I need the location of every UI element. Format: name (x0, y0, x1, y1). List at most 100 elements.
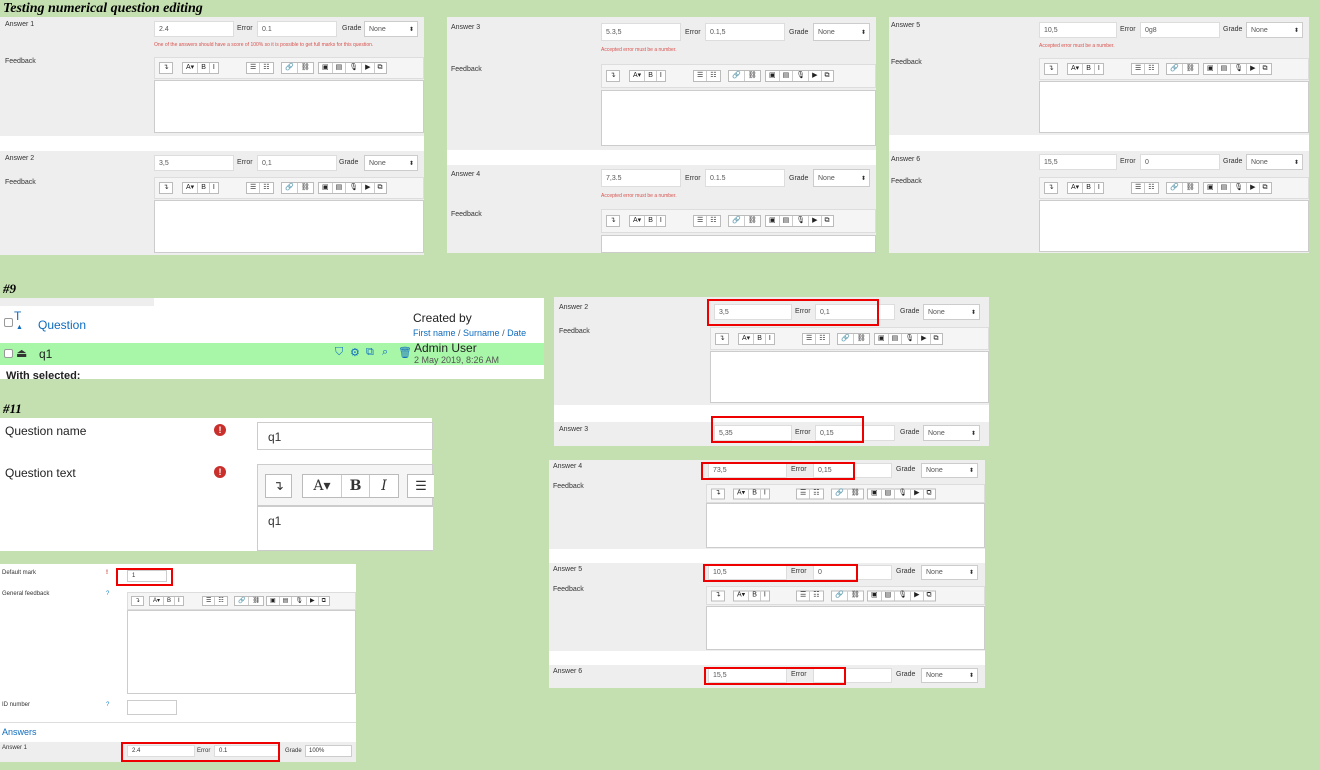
grade-select[interactable]: None ⬍ (923, 304, 980, 320)
sort-date[interactable]: Date (507, 328, 526, 338)
list-toolbar-group[interactable]: ☰ ☷ (1131, 63, 1159, 75)
italic-button[interactable]: I (369, 475, 398, 497)
answers-section-heading[interactable]: Answers (2, 727, 37, 737)
grade-select[interactable]: None ⬍ (1246, 154, 1303, 170)
gear-icon[interactable]: ⚙ (350, 346, 360, 359)
help-icon[interactable]: ? (106, 702, 109, 708)
insert-toolbar-group[interactable]: ↴ (159, 182, 173, 194)
format-toolbar-group[interactable]: A▾ B I (733, 590, 770, 601)
question-name-input[interactable]: q1 (257, 422, 433, 450)
list-toolbar-group[interactable]: ☰ ☷ (796, 590, 824, 601)
insert-toolbar-group[interactable]: ↴ (606, 70, 620, 82)
media-toolbar-group[interactable]: ▣ ▤ 🎙 ▶ ⧉ (867, 590, 936, 601)
question-column-header[interactable]: Question (38, 318, 86, 332)
bold-button[interactable]: B (341, 475, 369, 497)
answer-input[interactable]: 10,5 (1039, 22, 1117, 38)
media-toolbar-group[interactable]: ▣ ▤ 🎙 ▶ ⧉ (1203, 63, 1272, 75)
format-toolbar-group[interactable]: A▾ B I (738, 332, 775, 345)
grade-select[interactable]: None ⬍ (364, 155, 418, 171)
format-toolbar-group[interactable]: A▾ B I (733, 488, 770, 499)
grade-select[interactable]: 100% (305, 745, 352, 757)
grade-select[interactable]: None ⬍ (364, 21, 418, 37)
answer-input[interactable]: 7,3.5 (601, 169, 681, 187)
list-button[interactable]: ☰ (407, 474, 434, 498)
media-toolbar-group[interactable]: ▣ ▤ 🎙 ▶ ⧉ (867, 488, 936, 499)
grade-select[interactable]: None ⬍ (921, 463, 978, 478)
insert-toolbar-group[interactable]: ↴ (1044, 182, 1058, 194)
sort-first-name[interactable]: First name (413, 328, 456, 338)
delete-icon[interactable]: 🗑 (398, 346, 412, 359)
feedback-editor[interactable] (710, 351, 989, 403)
feedback-editor[interactable] (1039, 81, 1309, 133)
row-checkbox[interactable] (4, 349, 13, 358)
format-toolbar-group[interactable]: A▾ B I (182, 62, 219, 74)
error-input[interactable]: 0g8 (1140, 22, 1220, 38)
insert-toolbar-group[interactable]: ↴ (711, 590, 725, 601)
insert-toolbar-group[interactable]: ↴ (715, 332, 729, 345)
format-toolbar-group[interactable]: A▾ B I (629, 70, 666, 82)
help-icon[interactable]: ? (106, 591, 109, 597)
insert-button[interactable]: ↴ (265, 474, 292, 498)
link-toolbar-group[interactable]: 🔗 ⛓ (837, 332, 870, 345)
question-text-editor[interactable]: q1 (257, 506, 433, 551)
link-toolbar-group[interactable]: 🔗 ⛓ (728, 215, 761, 227)
format-toolbar-group[interactable]: A▾ B I (182, 182, 219, 194)
error-input[interactable]: 0.1,5 (705, 23, 785, 41)
tag-icon[interactable]: ⛉ (335, 346, 343, 359)
grade-select[interactable]: None ⬍ (921, 565, 978, 580)
sort-icon[interactable]: ▲ (16, 324, 23, 331)
link-toolbar-group[interactable]: 🔗 ⛓ (234, 596, 265, 606)
duplicate-icon[interactable]: ⧉ (366, 346, 374, 359)
feedback-editor[interactable] (706, 503, 985, 548)
format-toolbar-group[interactable]: A▾ B I (302, 474, 399, 498)
grade-select[interactable]: None ⬍ (813, 169, 870, 187)
feedback-editor[interactable] (601, 235, 876, 253)
format-toolbar-group[interactable]: A▾ B I (1067, 63, 1104, 75)
feedback-editor[interactable] (601, 90, 876, 146)
list-toolbar-group[interactable]: ☰ ☷ (202, 596, 228, 606)
grade-select[interactable]: None ⬍ (923, 425, 980, 441)
link-toolbar-group[interactable]: 🔗 ⛓ (728, 70, 761, 82)
grade-select[interactable]: None ⬍ (921, 668, 978, 683)
link-toolbar-group[interactable]: 🔗 ⛓ (1166, 63, 1199, 75)
media-toolbar-group[interactable]: ▣ ▤ 🎙 ▶ ⧉ (318, 62, 387, 74)
error-input[interactable]: 0.1 (257, 21, 337, 37)
feedback-editor[interactable] (154, 80, 424, 133)
insert-toolbar-group[interactable]: ↴ (711, 488, 725, 499)
media-toolbar-group[interactable]: ▣ ▤ 🎙 ▶ ⧉ (765, 70, 834, 82)
font-button[interactable]: A▾ (303, 475, 341, 497)
list-toolbar-group[interactable]: ☰ ☷ (1131, 182, 1159, 194)
media-toolbar-group[interactable]: ▣ ▤ 🎙 ▶ ⧉ (318, 182, 387, 194)
feedback-editor[interactable] (706, 606, 985, 650)
answer-input[interactable]: 2.4 (154, 21, 234, 37)
insert-toolbar-group[interactable]: ↴ (606, 215, 620, 227)
table-row[interactable]: ⏏ q1 ⛉ ⚙ ⧉ ⌕ 🗑 Admin User 2 May 2019, 8:… (0, 341, 544, 365)
link-toolbar-group[interactable]: 🔗 ⛓ (831, 488, 864, 499)
list-toolbar-group[interactable]: ☰ ☷ (246, 62, 274, 74)
link-toolbar-group[interactable]: 🔗 ⛓ (1166, 182, 1199, 194)
link-toolbar-group[interactable]: 🔗 ⛓ (831, 590, 864, 601)
insert-toolbar-group[interactable]: ↴ (131, 596, 145, 606)
link-toolbar-group[interactable]: 🔗 ⛓ (281, 182, 314, 194)
insert-toolbar-group[interactable]: ↴ (1044, 63, 1058, 75)
format-toolbar-group[interactable]: A▾ B I (1067, 182, 1104, 194)
list-toolbar-group[interactable]: ☰ ☷ (796, 488, 824, 499)
list-toolbar-group[interactable]: ☰ ☷ (693, 215, 721, 227)
format-toolbar-group[interactable]: A▾ B I (149, 596, 184, 606)
grade-select[interactable]: None ⬍ (813, 23, 870, 41)
id-number-input[interactable] (127, 700, 177, 715)
sort-surname[interactable]: Surname (463, 328, 500, 338)
answer-input[interactable]: 3,5 (154, 155, 234, 171)
format-toolbar-group[interactable]: A▾ B I (629, 215, 666, 227)
error-input[interactable]: 0 (1140, 154, 1220, 170)
type-column-header[interactable]: T (14, 309, 21, 323)
grade-select[interactable]: None ⬍ (1246, 22, 1303, 38)
error-input[interactable]: 0.1.5 (705, 169, 785, 187)
insert-toolbar-group[interactable]: ↴ (159, 62, 173, 74)
feedback-editor[interactable] (154, 200, 424, 253)
error-input[interactable]: 0,1 (257, 155, 337, 171)
list-toolbar-group[interactable]: ☰ ☷ (802, 332, 830, 345)
preview-icon[interactable]: ⌕ (382, 346, 388, 359)
media-toolbar-group[interactable]: ▣ ▤ 🎙 ▶ ⧉ (1203, 182, 1272, 194)
select-all-checkbox[interactable] (4, 318, 13, 327)
